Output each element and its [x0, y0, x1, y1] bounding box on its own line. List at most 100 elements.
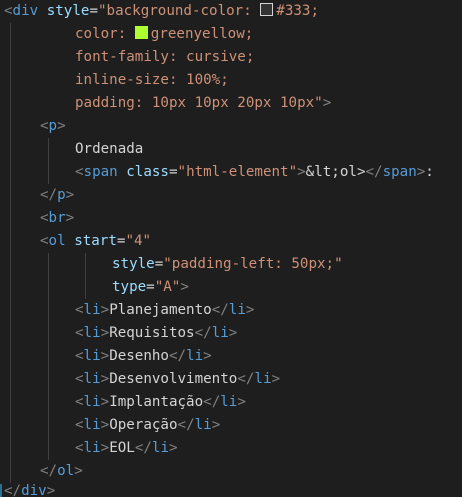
token-bracket: >	[100, 417, 110, 433]
token-tag: div	[21, 483, 47, 497]
token-bracket: <	[75, 325, 84, 341]
token-bracket: >	[57, 118, 66, 134]
token-text: =	[154, 256, 164, 272]
token-bracket: >	[100, 371, 110, 387]
token-tag: ol	[57, 463, 75, 479]
token-bracket: <	[40, 233, 49, 249]
token-tag: div	[12, 3, 39, 19]
token-attribute: type	[112, 279, 147, 295]
token-bracket: >	[65, 210, 75, 226]
token-text: ol	[339, 164, 357, 180]
token-bracket: >	[322, 95, 332, 111]
code-line: padding: 10px 10px 20px 10px">	[75, 92, 331, 115]
code-editor[interactable]: <div style="background-color: #333; color…	[0, 0, 462, 497]
token-string: color:	[75, 26, 135, 42]
token-string: "padding-left: 50px;"	[163, 256, 343, 272]
code-line: color: greenyellow;	[75, 23, 253, 46]
token-bracket: </	[40, 187, 58, 203]
code-line: <ol start="4"	[40, 230, 151, 253]
token-bracket: >	[46, 483, 56, 497]
token-tag: li	[83, 371, 101, 387]
token-text: Desenvolvimento	[109, 371, 238, 387]
token-tag: li	[211, 325, 229, 341]
token-string: inline-size: 100%;	[75, 72, 229, 88]
code-line: <li>Operação</li>	[75, 414, 220, 437]
code-line: <p>	[40, 115, 66, 138]
indent-guide	[10, 23, 11, 483]
bracket-match-marker	[0, 484, 2, 497]
token-bracket: >	[228, 325, 238, 341]
token-bracket: <	[75, 440, 84, 456]
token-attribute: class	[126, 164, 169, 180]
indent-guide	[48, 138, 49, 184]
token-bracket: </	[177, 417, 195, 433]
token-text: Ordenada	[75, 141, 144, 157]
token-bracket: <	[75, 164, 84, 180]
token-text: :	[425, 164, 434, 180]
token-bracket: >	[100, 325, 110, 341]
code-line: font-family: cursive;	[75, 46, 254, 69]
token-string: "A"	[154, 279, 181, 295]
token-bracket: </	[4, 483, 22, 497]
token-string: font-family: cursive;	[75, 49, 255, 65]
token-bracket: >	[245, 302, 255, 318]
code-line: <li>Desenho</li>	[75, 345, 212, 368]
token-text: =	[89, 3, 98, 19]
code-line: </div>	[4, 480, 55, 497]
token-bracket: <	[75, 348, 84, 364]
token-tag: li	[83, 394, 101, 410]
token-tag: span	[382, 164, 417, 180]
token-bracket: </	[194, 325, 212, 341]
token-text: =	[168, 164, 178, 180]
code-line: <li>Desenvolvimento</li>	[75, 368, 280, 391]
code-line: <div style="background-color: #333;	[4, 0, 319, 23]
token-text: Desenho	[109, 348, 169, 364]
token-bracket: >	[74, 463, 83, 479]
token-string: "html-element"	[177, 164, 298, 180]
token-bracket: >	[416, 164, 426, 180]
indent-guide	[48, 253, 49, 460]
token-tag: li	[228, 302, 246, 318]
token-bracket: >	[271, 371, 281, 387]
token-string: "4"	[125, 233, 152, 249]
token-tag: br	[48, 210, 66, 226]
token-tag: p	[48, 118, 58, 134]
token-tag: p	[57, 187, 66, 203]
indent-guide	[85, 253, 86, 276]
token-attribute: style	[112, 256, 155, 272]
token-bracket: >	[203, 348, 212, 364]
token-bracket: >	[169, 440, 178, 456]
token-bracket: <	[75, 394, 84, 410]
color-swatch-icon[interactable]	[260, 3, 274, 16]
token-tag: li	[220, 394, 238, 410]
token-attribute: style	[46, 3, 90, 19]
token-text: Planejamento	[109, 302, 212, 318]
code-line: <li>Planejamento</li>	[75, 299, 254, 322]
code-line: <br>	[40, 207, 74, 230]
code-line: <li>EOL</li>	[75, 437, 178, 460]
code-line: inline-size: 100%;	[75, 69, 229, 92]
code-line: Ordenada	[75, 138, 143, 161]
token-text: Operação	[109, 417, 178, 433]
token-bracket: <	[40, 118, 49, 134]
token-string: greenyellow;	[150, 26, 254, 42]
token-attribute: start	[74, 233, 117, 249]
token-string: #333;	[276, 3, 319, 19]
code-line: <span class="html-element">&lt;ol></span…	[75, 161, 434, 184]
token-string: "background-color:	[97, 3, 261, 19]
token-bracket: </	[134, 440, 152, 456]
token-bracket: >	[65, 187, 75, 203]
token-bracket: >	[100, 440, 110, 456]
token-bracket: <	[75, 417, 84, 433]
token-bracket: <	[40, 210, 49, 226]
token-text: Implantação	[109, 394, 204, 410]
token-bracket: <	[75, 371, 84, 387]
color-swatch-icon[interactable]	[134, 26, 148, 39]
token-bracket: </	[365, 164, 383, 180]
token-tag: li	[151, 440, 169, 456]
code-line: type="A">	[112, 276, 189, 299]
token-text: Requisitos	[109, 325, 195, 341]
token-tag: li	[186, 348, 204, 364]
token-tag: li	[83, 302, 101, 318]
